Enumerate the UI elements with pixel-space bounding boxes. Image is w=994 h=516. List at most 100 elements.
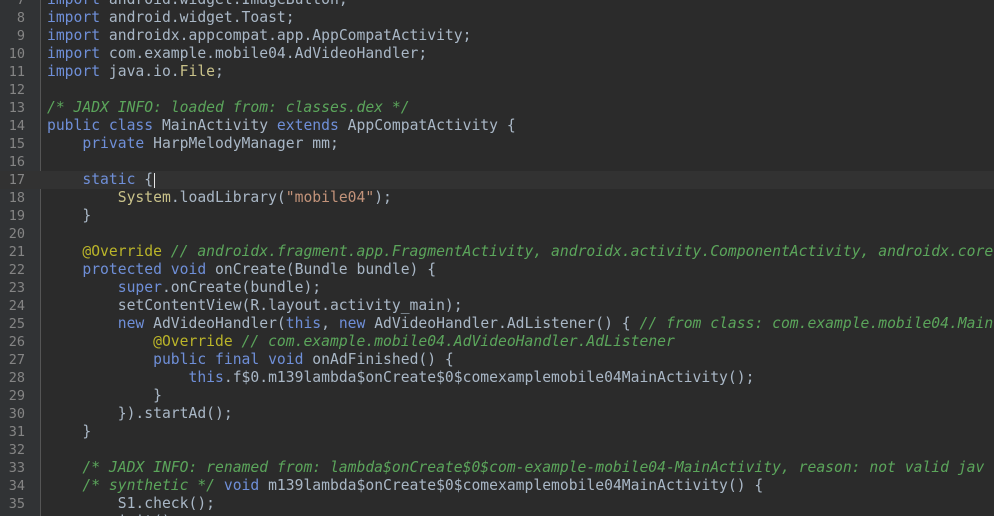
line-number: 27 xyxy=(8,352,25,368)
code-text: import java.io.File; xyxy=(47,63,224,81)
code-text: new AdVideoHandler(this, new AdVideoHand… xyxy=(47,315,993,333)
code-line[interactable]: 30 }).startAd(); xyxy=(0,405,994,423)
code-line[interactable]: 14 public class MainActivity extends AppC… xyxy=(0,117,994,135)
code-line[interactable]: 24 setContentView(R.layout.activity_main… xyxy=(0,297,994,315)
code-token: super xyxy=(117,279,162,296)
code-line[interactable]: 29 } xyxy=(0,387,994,405)
code-token: this xyxy=(285,315,322,332)
code-line[interactable]: 27 public final void onAdFinished() { xyxy=(0,351,994,369)
code-token: // androidx.fragment.app.FragmentActivit… xyxy=(161,243,994,260)
code-line[interactable]: 34 /* synthetic */ void m139lambda$onCre… xyxy=(0,477,994,495)
code-token: // com.example.mobile04.AdVideoHandler.A… xyxy=(232,333,675,350)
code-token: .f$0.m139lambda$onCreate$0$comexamplemob… xyxy=(223,369,755,386)
code-line[interactable]: 19 } xyxy=(0,207,994,225)
code-line[interactable]: 16 xyxy=(0,153,994,171)
code-token: AdVideoHandler( xyxy=(144,315,286,332)
code-token: private xyxy=(82,135,145,152)
code-line[interactable]: 10 import com.example.mobile04.AdVideoHan… xyxy=(0,45,994,63)
line-number: 10 xyxy=(8,46,25,62)
line-number: 15 xyxy=(8,136,25,152)
code-text: import android.widget.Toast; xyxy=(47,9,295,27)
code-line[interactable]: 23 super.onCreate(bundle); xyxy=(0,279,994,297)
code-token: this xyxy=(188,369,224,386)
code-token: S1.check(); xyxy=(47,495,216,512)
code-line[interactable]: 22 protected void onCreate(Bundle bundle… xyxy=(0,261,994,279)
code-token: import xyxy=(47,63,101,80)
code-token: File xyxy=(179,63,216,80)
code-line[interactable]: 35 S1.check(); xyxy=(0,495,994,513)
code-text: import com.example.mobile04.AdVideoHandl… xyxy=(47,45,427,63)
line-number: 21 xyxy=(8,244,25,260)
line-number: 35 xyxy=(8,496,25,512)
code-line[interactable]: 33 /* JADX INFO: renamed from: lambda$on… xyxy=(0,459,994,477)
code-token: void xyxy=(223,477,260,494)
code-line[interactable]: 31 } xyxy=(0,423,994,441)
code-token: setContentView(R.layout.activity_main); xyxy=(47,297,463,314)
code-text: protected void onCreate(Bundle bundle) { xyxy=(47,261,436,279)
code-text: public class MainActivity extends AppCom… xyxy=(47,117,516,135)
code-line[interactable]: 21 @Override // androidx.fragment.app.Fr… xyxy=(0,243,994,261)
code-token: import xyxy=(47,9,101,26)
code-line[interactable]: 32 xyxy=(0,441,994,459)
line-number: 23 xyxy=(8,280,25,296)
code-line[interactable]: 28 this.f$0.m139lambda$onCreate$0$comexa… xyxy=(0,369,994,387)
code-line[interactable]: 13 /* JADX INFO: loaded from: classes.dex… xyxy=(0,99,994,117)
line-number: 17 xyxy=(8,172,25,188)
code-token: new xyxy=(338,315,366,332)
code-token: static xyxy=(82,171,136,188)
code-token: import xyxy=(47,27,101,44)
code-text: /* JADX INFO: loaded from: classes.dex *… xyxy=(47,99,410,117)
code-line[interactable]: 25 new AdVideoHandler(this, new AdVideoH… xyxy=(0,315,994,333)
code-line[interactable]: 18 System.loadLibrary("mobile04"); xyxy=(0,189,994,207)
line-number: 18 xyxy=(8,190,25,206)
line-number: 26 xyxy=(8,334,25,350)
code-token: androidx.appcompat.app.AppCompatActivity… xyxy=(100,27,472,44)
code-token: System xyxy=(117,189,171,206)
line-number: 13 xyxy=(8,100,25,116)
code-token: /* JADX INFO: loaded from: classes.dex *… xyxy=(47,99,410,116)
code-line[interactable]: 9 import androidx.appcompat.app.AppCompat… xyxy=(0,27,994,45)
line-number: 14 xyxy=(8,118,25,134)
code-line[interactable]: 26 @Override // com.example.mobile04.AdV… xyxy=(0,333,994,351)
line-number: 7 xyxy=(16,0,25,8)
code-token: MainActivity xyxy=(153,117,277,134)
line-number: 11 xyxy=(8,64,25,80)
code-token: extends xyxy=(276,117,339,134)
code-token: android.widget.ImageButton; xyxy=(100,0,348,8)
code-token: public final void xyxy=(153,351,304,368)
code-text: import androidx.appcompat.app.AppCompatA… xyxy=(47,27,471,45)
line-number: 33 xyxy=(8,460,25,476)
code-line[interactable]: 17 static { xyxy=(0,171,994,189)
line-number: 34 xyxy=(8,478,25,494)
code-text: super.onCreate(bundle); xyxy=(47,279,321,297)
code-line[interactable]: 8 import android.widget.Toast; xyxy=(0,9,994,27)
code-line[interactable]: 15 private HarpMelodyManager mm; xyxy=(0,135,994,153)
code-text: /* JADX INFO: renamed from: lambda$onCre… xyxy=(47,459,984,477)
code-text: @Override // androidx.fragment.app.Fragm… xyxy=(47,243,993,261)
line-number: 9 xyxy=(16,28,25,44)
code-token: protected void xyxy=(82,261,207,278)
code-line[interactable]: 11 import java.io.File; xyxy=(0,63,994,81)
code-token: /* synthetic */ xyxy=(82,477,216,494)
code-editor[interactable]: 7 import android.widget.ImageButton; 8 impo… xyxy=(0,0,994,516)
text-caret xyxy=(154,172,156,188)
line-number: 24 xyxy=(8,298,25,314)
code-line[interactable]: 12 xyxy=(0,81,994,99)
line-number: 12 xyxy=(8,82,25,98)
code-token: AppCompatActivity { xyxy=(338,117,516,134)
code-line[interactable]: 20 xyxy=(0,225,994,243)
code-line[interactable]: 7 import android.widget.ImageButton; xyxy=(0,0,994,9)
code-text: }).startAd(); xyxy=(47,405,233,423)
code-text: setContentView(R.layout.activity_main); xyxy=(47,297,463,315)
code-token: ); xyxy=(374,189,392,206)
code-token: AdVideoHandler.AdListener() { xyxy=(365,315,640,332)
